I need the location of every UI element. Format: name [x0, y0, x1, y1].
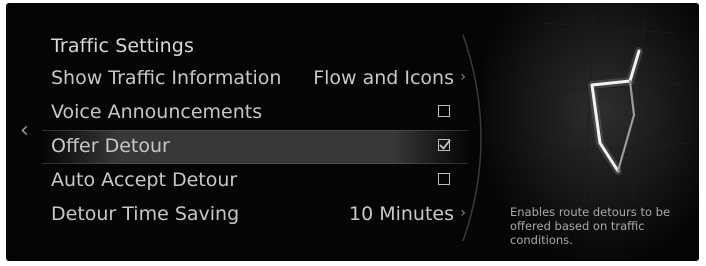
setting-label: Voice Announcements	[51, 101, 263, 123]
offer-detour-checkbox[interactable]	[438, 139, 451, 151]
setting-description: Enables route detours to be offered base…	[510, 205, 671, 247]
setting-auto-accept-detour[interactable]: Auto Accept Detour	[42, 165, 468, 197]
setting-value: 10 Minutes	[348, 203, 454, 225]
checkmark-icon	[439, 139, 451, 150]
setting-show-traffic-information[interactable]: Show Traffic Information Flow and Icons …	[42, 63, 468, 95]
setting-detour-time-saving[interactable]: Detour Time Saving 10 Minutes ›	[42, 199, 468, 231]
setting-label: Show Traffic Information	[51, 67, 282, 89]
setting-value: Flow and Icons	[313, 67, 454, 89]
auto-accept-detour-checkbox[interactable]	[438, 173, 450, 185]
page-title: Traffic Settings	[51, 35, 194, 57]
setting-voice-announcements[interactable]: Voice Announcements	[42, 97, 468, 129]
setting-label: Detour Time Saving	[51, 203, 240, 225]
setting-label: Auto Accept Detour	[51, 169, 238, 191]
setting-offer-detour[interactable]: Offer Detour	[42, 130, 468, 164]
traffic-settings-screen: ‹ Traffic Settings Show Traffic Informat…	[6, 3, 699, 261]
chevron-left-icon[interactable]: ‹	[20, 120, 29, 142]
voice-announcements-checkbox[interactable]	[438, 105, 450, 117]
setting-label: Offer Detour	[51, 135, 170, 157]
